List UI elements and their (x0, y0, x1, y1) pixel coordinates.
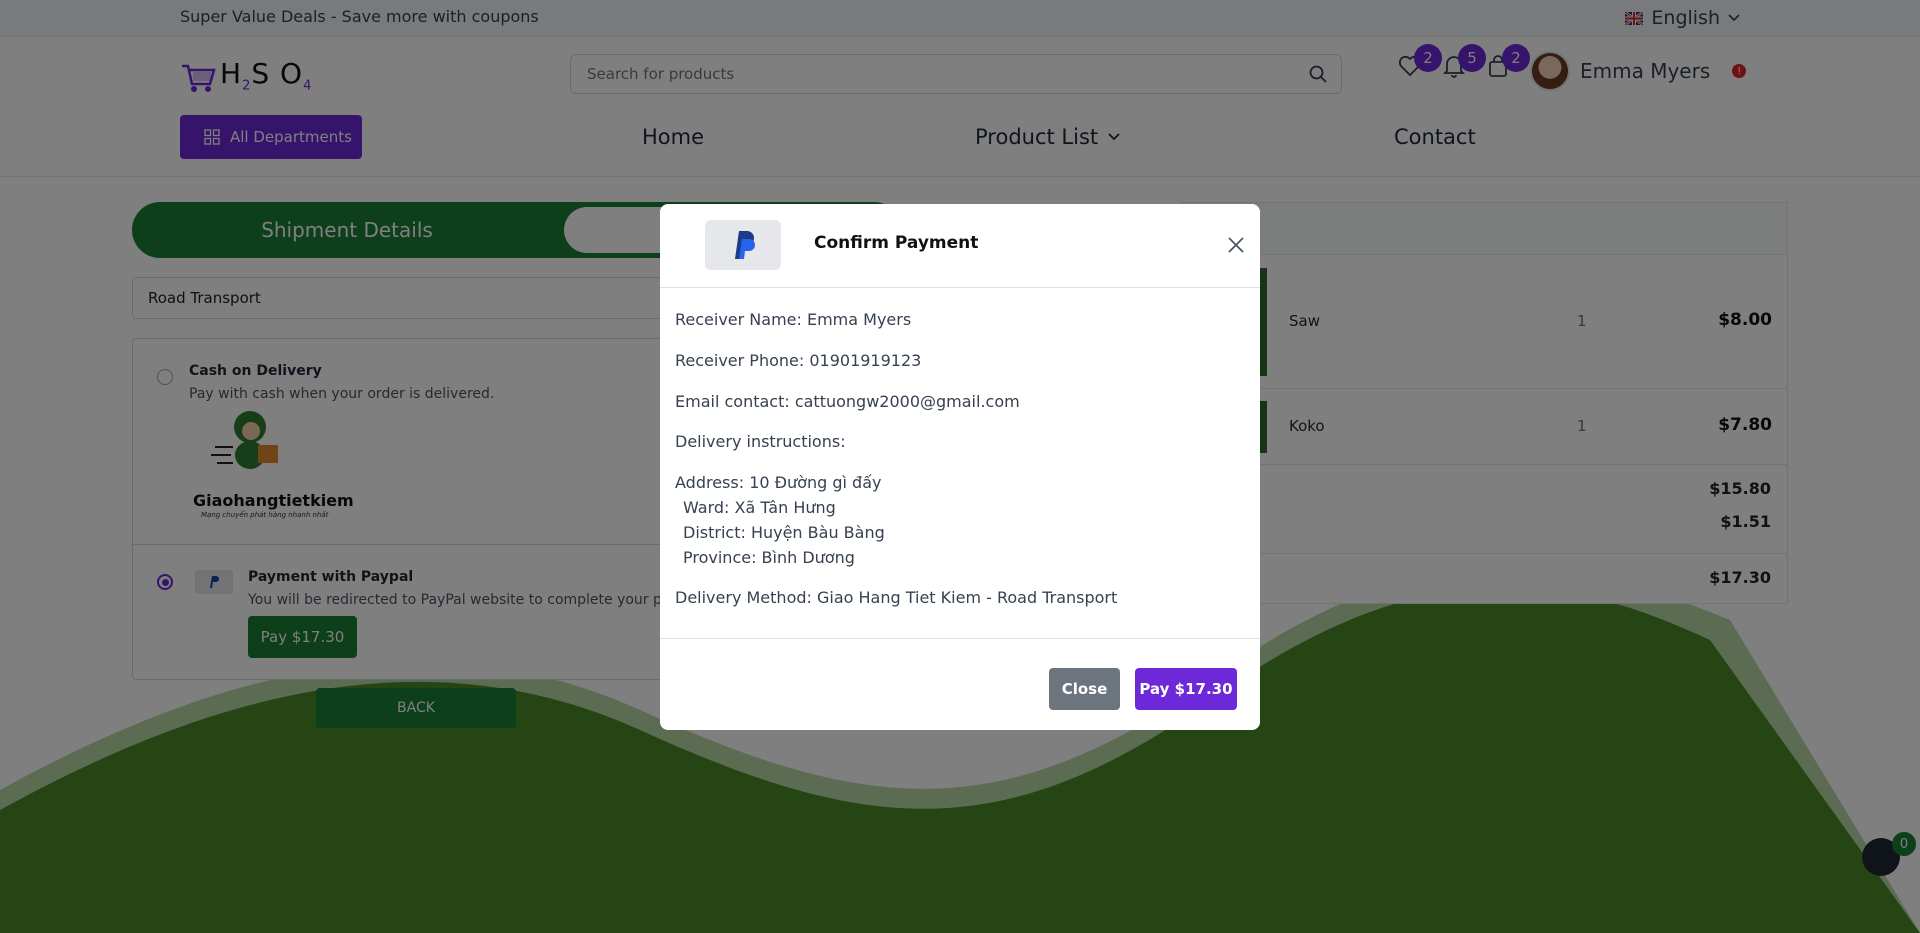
receiver-name: Receiver Name: Emma Myers (675, 310, 912, 329)
email-contact: Email contact: cattuongw2000@gmail.com (675, 392, 1020, 411)
delivery-instructions: Delivery instructions: (675, 432, 846, 451)
address-line: Address: 10 Đường gì đấy (675, 473, 882, 492)
confirm-payment-modal: Confirm Payment Receiver Name: Emma Myer… (660, 204, 1260, 730)
paypal-logo-icon (705, 220, 781, 270)
ward-line: Ward: Xã Tân Hưng (683, 498, 836, 517)
modal-footer: Close Pay $17.30 (660, 638, 1260, 730)
modal-body: Receiver Name: Emma Myers Receiver Phone… (675, 288, 1245, 642)
modal-header: Confirm Payment (660, 204, 1260, 288)
province-line: Province: Bình Dương (683, 548, 855, 567)
modal-title: Confirm Payment (814, 233, 979, 253)
receiver-phone: Receiver Phone: 01901919123 (675, 351, 922, 370)
district-line: District: Huyện Bàu Bàng (683, 523, 885, 542)
pay-button[interactable]: Pay $17.30 (1135, 668, 1237, 710)
close-button[interactable]: Close (1049, 668, 1120, 710)
delivery-method: Delivery Method: Giao Hang Tiet Kiem - R… (675, 588, 1118, 607)
close-icon[interactable] (1226, 235, 1246, 255)
